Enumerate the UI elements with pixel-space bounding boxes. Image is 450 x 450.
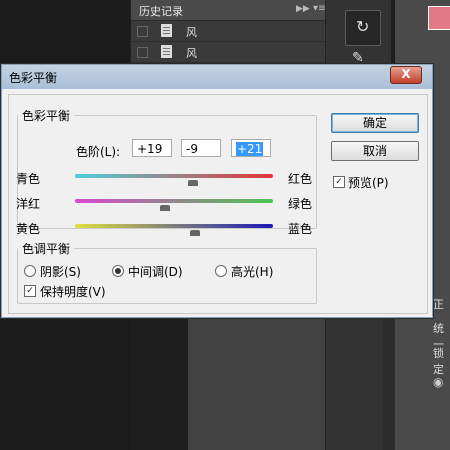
slider-label-blue: 蓝色 <box>288 222 313 236</box>
tone-balance-group: 色调平衡 阴影(S) 中间调(D) 高光(H) ✓ 保持明度(V) <box>17 240 317 304</box>
yellow-blue-slider-track[interactable] <box>75 224 273 228</box>
levels-label: 色阶(L): <box>76 145 121 159</box>
history-panel-title[interactable]: 历史记录 <box>139 3 183 19</box>
dialog-title: 色彩平衡 <box>9 71 58 85</box>
levels-input-yellow-blue[interactable]: +21 <box>231 139 271 157</box>
highlights-label[interactable]: 高光(H) <box>231 263 273 280</box>
history-panel-header[interactable]: 历史记录 ▶▶ ▾≡ <box>131 0 326 21</box>
color-balance-legend: 色彩平衡 <box>22 109 71 123</box>
shadows-label[interactable]: 阴影(S) <box>40 263 81 280</box>
collapse-icon[interactable]: ▶▶ <box>296 4 310 14</box>
levels-input-cyan-red[interactable]: +19 <box>132 139 172 157</box>
ok-button[interactable]: 确定 <box>331 113 419 133</box>
document-icon <box>161 24 172 37</box>
levels-input-magenta-green[interactable]: -9 <box>181 139 221 157</box>
color-balance-dialog: 色彩平衡 X 色彩平衡 色阶(L): +19 -9 +21 青色 红色 洋红 绿… <box>0 63 434 319</box>
slider-label-magenta: 洋红 <box>16 197 41 211</box>
cyan-red-slider-track[interactable] <box>75 174 273 178</box>
slider-label-yellow: 黄色 <box>16 222 41 236</box>
color-balance-group: 色彩平衡 色阶(L): +19 -9 +21 青色 红色 洋红 绿色 黄色 蓝色 <box>16 107 317 236</box>
history-toggle-checkbox[interactable] <box>137 26 148 37</box>
magenta-green-slider-track[interactable] <box>75 199 273 203</box>
slider-label-green: 绿色 <box>288 197 313 211</box>
foreground-color-swatch[interactable] <box>428 6 450 30</box>
midtones-radio[interactable] <box>112 265 124 277</box>
history-item-label: 风 <box>186 26 197 39</box>
midtones-label[interactable]: 中间调(D) <box>128 263 183 280</box>
shadows-radio[interactable] <box>24 265 36 277</box>
history-toggle-checkbox[interactable] <box>137 47 148 58</box>
document-icon <box>161 45 172 58</box>
history-item-label: 风 <box>186 47 197 60</box>
levels-input-selection: +21 <box>236 142 264 156</box>
dialog-body: 色彩平衡 色阶(L): +19 -9 +21 青色 红色 洋红 绿色 黄色 蓝色… <box>8 94 428 314</box>
eye-icon[interactable]: ◉ <box>433 375 443 389</box>
close-button[interactable]: X <box>390 66 422 84</box>
history-item[interactable]: 风 <box>131 21 326 42</box>
cancel-button[interactable]: 取消 <box>331 141 419 161</box>
preview-label[interactable]: 预览(P) <box>348 174 389 191</box>
dialog-titlebar[interactable]: 色彩平衡 X <box>2 65 432 89</box>
preview-checkbox[interactable]: ✓ <box>333 176 345 188</box>
preserve-luminosity-checkbox[interactable]: ✓ <box>24 285 36 297</box>
tone-balance-legend: 色调平衡 <box>22 242 71 256</box>
scrollbar[interactable] <box>383 318 395 450</box>
preserve-luminosity-label[interactable]: 保持明度(V) <box>40 283 106 300</box>
history-tool-icon[interactable] <box>345 10 381 46</box>
panel-label: 锁定 <box>433 347 444 376</box>
slider-label-red: 红色 <box>288 172 313 186</box>
history-item[interactable]: 风 <box>131 42 326 63</box>
highlights-radio[interactable] <box>215 265 227 277</box>
slider-label-cyan: 青色 <box>16 172 41 186</box>
panel-label: 正 <box>433 298 444 311</box>
